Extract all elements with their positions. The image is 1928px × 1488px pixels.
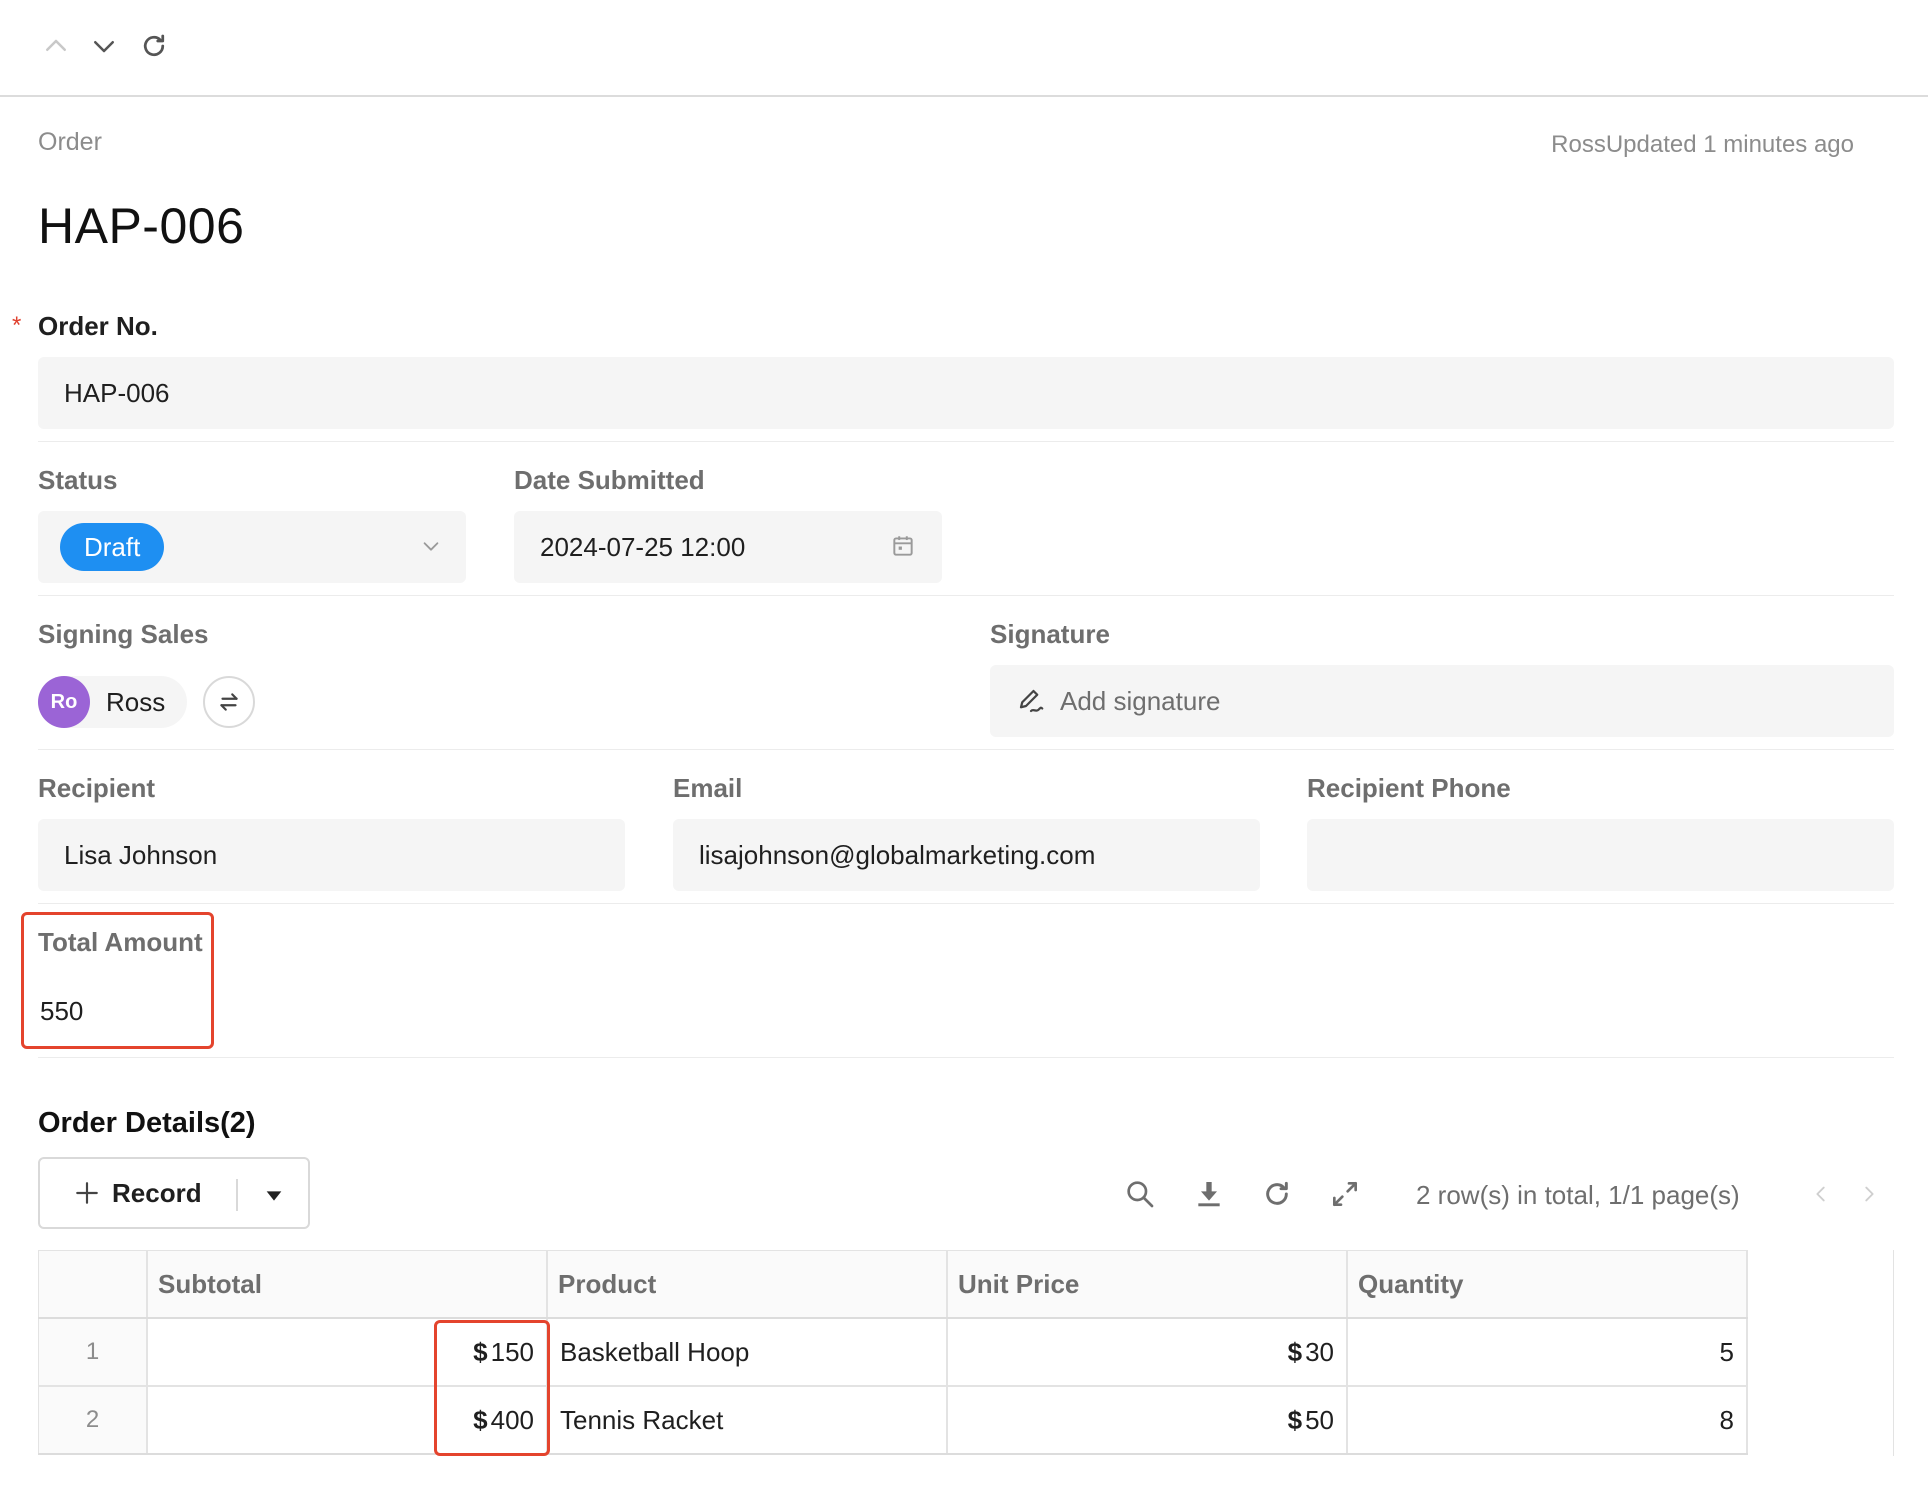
order-no-value: HAP-006 — [64, 377, 170, 408]
refresh-icon[interactable] — [1259, 1176, 1295, 1212]
subtotal-cell[interactable]: $150 — [148, 1319, 548, 1385]
subtotal-value: 400 — [490, 1404, 534, 1435]
divider — [38, 441, 1894, 442]
unit-price-cell[interactable]: $30 — [948, 1319, 1348, 1385]
table-row[interactable]: 1 $150 Basketball Hoop $30 5 — [38, 1319, 1748, 1387]
search-icon[interactable] — [1122, 1176, 1158, 1212]
index-header — [38, 1251, 148, 1317]
updated-info: RossUpdated 1 minutes ago — [1551, 131, 1854, 159]
add-signature-placeholder: Add signature — [1060, 685, 1221, 716]
unit-price-value: 50 — [1305, 1404, 1334, 1435]
swap-icon — [220, 693, 238, 711]
order-no-label: Order No. — [38, 311, 158, 341]
download-icon[interactable] — [1191, 1176, 1227, 1212]
date-submitted-value: 2024-07-25 12:00 — [540, 531, 746, 562]
divider — [38, 595, 1894, 596]
button-separator — [236, 1179, 238, 1211]
signature-pen-icon — [1019, 689, 1044, 713]
record-type-label: Order — [38, 128, 102, 156]
chevron-down-icon[interactable] — [84, 26, 124, 66]
user-chip[interactable]: Ro Ross — [38, 676, 188, 728]
product-cell[interactable]: Tennis Racket — [548, 1387, 948, 1453]
user-name: Ross — [106, 686, 166, 717]
product-cell[interactable]: Basketball Hoop — [548, 1319, 948, 1385]
subtotal-cell[interactable]: $400 — [148, 1387, 548, 1453]
column-header-unit-price[interactable]: Unit Price — [948, 1251, 1348, 1317]
order-details-table: Subtotal Product Unit Price Quantity 1 $… — [38, 1250, 1894, 1456]
avatar: Ro — [38, 676, 90, 728]
status-select[interactable]: Draft — [38, 511, 466, 583]
recipient-phone-label: Recipient Phone — [1307, 773, 1511, 803]
unit-price-cell[interactable]: $50 — [948, 1387, 1348, 1453]
plus-icon — [76, 1182, 98, 1204]
swap-user-button[interactable] — [203, 676, 255, 728]
column-header-subtotal[interactable]: Subtotal — [148, 1251, 548, 1317]
caret-down-icon[interactable] — [263, 1185, 285, 1207]
divider — [38, 1057, 1894, 1058]
table-right-border — [1893, 1250, 1894, 1456]
divider — [38, 749, 1894, 750]
currency-symbol: $ — [1287, 1404, 1303, 1435]
status-label: Status — [38, 465, 118, 495]
email-label: Email — [673, 773, 743, 803]
subtotal-value: 150 — [490, 1336, 534, 1367]
expand-icon[interactable] — [1327, 1176, 1363, 1212]
recipient-field[interactable]: Lisa Johnson — [38, 819, 625, 891]
recipient-phone-field[interactable] — [1307, 819, 1894, 891]
table-row[interactable]: 2 $400 Tennis Racket $50 8 — [38, 1387, 1748, 1455]
required-mark: * — [12, 312, 22, 339]
prev-page-icon[interactable] — [1806, 1176, 1836, 1212]
top-bar — [0, 0, 1928, 97]
column-header-product[interactable]: Product — [548, 1251, 948, 1317]
total-amount-highlight — [21, 912, 214, 1049]
currency-symbol: $ — [473, 1404, 488, 1435]
calendar-icon — [893, 536, 913, 556]
recipient-label: Recipient — [38, 773, 156, 803]
email-value: lisajohnson@globalmarketing.com — [699, 839, 1096, 870]
next-page-icon[interactable] — [1854, 1176, 1884, 1212]
signature-label: Signature — [990, 619, 1110, 649]
order-details-title: Order Details(2) — [38, 1107, 256, 1139]
table-header-row: Subtotal Product Unit Price Quantity — [38, 1250, 1748, 1319]
updated-time: Updated 1 minutes ago — [1605, 131, 1854, 158]
currency-symbol: $ — [1287, 1336, 1303, 1367]
signing-sales-label: Signing Sales — [38, 619, 209, 649]
row-index: 2 — [38, 1387, 148, 1453]
quantity-cell[interactable]: 5 — [1348, 1319, 1748, 1385]
quantity-cell[interactable]: 8 — [1348, 1387, 1748, 1453]
divider — [38, 903, 1894, 904]
order-no-field[interactable]: HAP-006 — [38, 357, 1894, 429]
date-submitted-label: Date Submitted — [514, 465, 705, 495]
refresh-icon[interactable] — [134, 26, 174, 66]
column-header-quantity[interactable]: Quantity — [1348, 1251, 1748, 1317]
date-submitted-field[interactable]: 2024-07-25 12:00 — [514, 511, 942, 583]
add-signature-field[interactable]: Add signature — [990, 665, 1894, 737]
pagination-info: 2 row(s) in total, 1/1 page(s) — [1416, 1180, 1740, 1210]
email-field[interactable]: lisajohnson@globalmarketing.com — [673, 819, 1260, 891]
chevron-up-icon[interactable] — [36, 26, 76, 66]
page-title: HAP-006 — [38, 198, 245, 254]
record-button-label: Record — [112, 1177, 202, 1208]
unit-price-value: 30 — [1305, 1336, 1334, 1367]
status-badge: Draft — [60, 523, 165, 571]
chevron-down-icon — [423, 542, 439, 551]
updated-by: Ross — [1551, 131, 1606, 158]
recipient-value: Lisa Johnson — [64, 839, 218, 870]
add-record-button[interactable]: Record — [38, 1157, 310, 1229]
currency-symbol: $ — [473, 1336, 488, 1367]
row-index: 1 — [38, 1319, 148, 1385]
